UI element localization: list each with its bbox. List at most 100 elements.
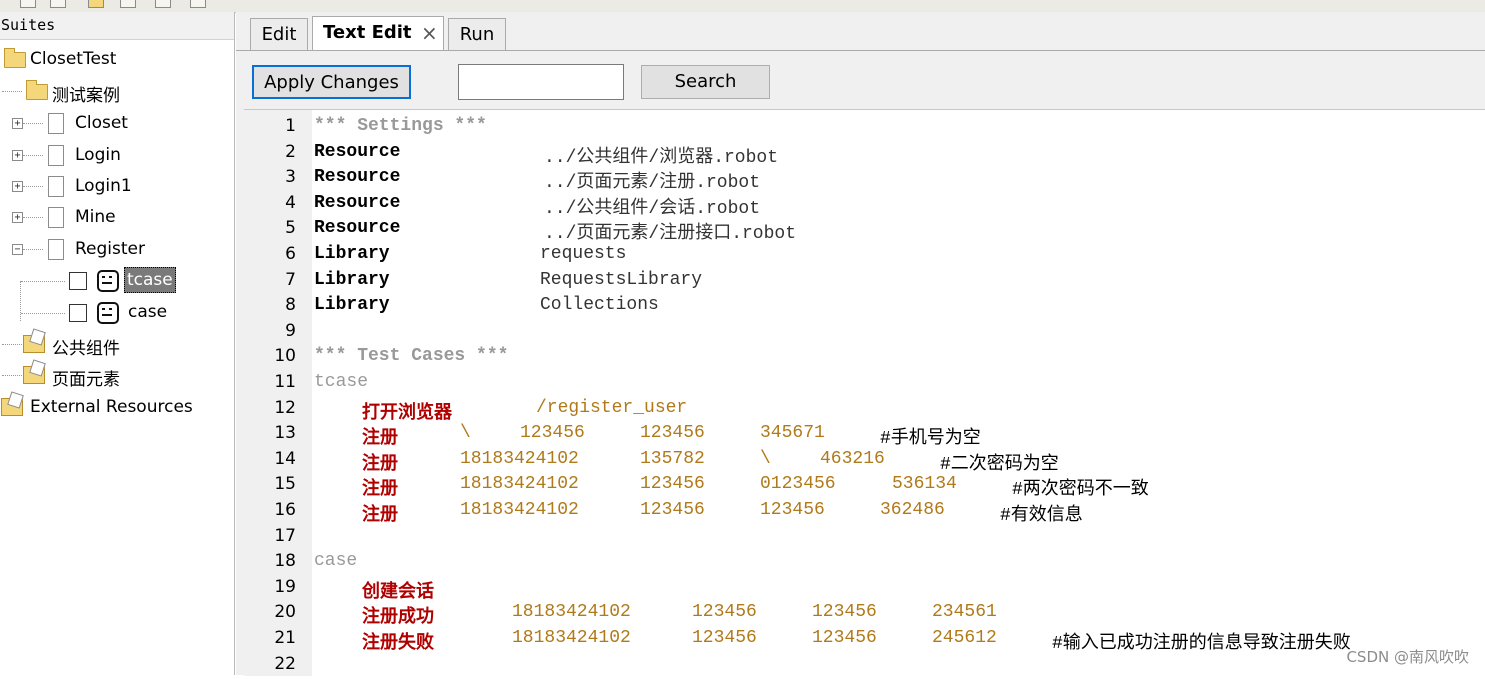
comment-token: #二次密码为空: [940, 454, 1059, 475]
tree-node-case-case[interactable]: case: [0, 298, 234, 328]
expand-plus-icon[interactable]: +: [12, 212, 23, 223]
tree-node-file-login1[interactable]: + Login1: [0, 171, 234, 201]
tree-node-label: Login1: [75, 176, 132, 196]
search-input[interactable]: [458, 64, 624, 100]
value-token: ../公共组件/浏览器.robot: [544, 147, 779, 168]
tree-connector: [23, 249, 43, 250]
line-number: 17: [274, 525, 296, 546]
tree-node-external-resources[interactable]: External Resources: [0, 392, 234, 422]
tree-connector: [23, 123, 43, 124]
code-line: 打开浏览器/register_user: [314, 398, 1474, 424]
resource-folder-icon: [23, 335, 45, 353]
file-icon: [48, 176, 64, 197]
tree-connector: [23, 217, 43, 218]
editor-area: Edit Text Edit × Run Apply Changes Searc…: [236, 12, 1485, 676]
arg-token: 362486: [880, 500, 945, 520]
resource-folder-icon: [23, 366, 45, 384]
code-line: 注册 18183424102 123456 123456 362486 #有效信息: [314, 500, 1474, 526]
arg-token: 123456: [640, 423, 705, 444]
setting-token: Library: [314, 244, 390, 264]
keyword-token: 创建会话: [362, 582, 434, 603]
robot-testcase-icon: [97, 270, 119, 292]
tree-node-testcases-folder[interactable]: 测试案例: [0, 76, 234, 106]
arg-token: 245612: [932, 628, 997, 648]
tree-node-label: 测试案例: [52, 86, 120, 106]
tree-node-file-mine[interactable]: + Mine: [0, 202, 234, 232]
expand-plus-icon[interactable]: +: [12, 150, 23, 161]
arg-token: 18183424102: [512, 602, 631, 623]
setting-token: Resource: [314, 192, 401, 213]
tree-node-label: Login: [75, 145, 121, 165]
tree-node-label: case: [128, 302, 168, 322]
value-token: RequestsLibrary: [540, 269, 703, 290]
case-checkbox[interactable]: [69, 304, 87, 322]
tree-node-label: 公共组件: [52, 339, 120, 359]
arg-token: 18183424102: [460, 474, 579, 495]
toolbar-icon-4[interactable]: [120, 0, 136, 8]
search-button[interactable]: Search: [641, 65, 770, 99]
tree-node-root[interactable]: ClosetTest: [0, 44, 234, 74]
arg-token: 463216: [820, 448, 885, 469]
value-token: Collections: [540, 295, 659, 316]
keyword-token: 注册: [362, 480, 398, 501]
line-number: 13: [274, 423, 296, 444]
toolbar-icon-6[interactable]: [190, 0, 206, 8]
toolbar-icon-1[interactable]: [20, 0, 36, 8]
arg-token: 135782: [640, 448, 705, 469]
tree-node-common-folder[interactable]: 公共组件: [0, 329, 234, 359]
tree-node-file-closet[interactable]: + Closet: [0, 108, 234, 138]
toolbar-icon-3[interactable]: [88, 0, 104, 8]
arg-token: 536134: [892, 474, 957, 495]
line-number: 10: [274, 346, 296, 367]
arg-token: \: [460, 423, 471, 444]
file-icon: [48, 145, 64, 166]
comment-token: #输入已成功注册的信息导致注册失败: [1052, 634, 1351, 654]
code-line: 注册 18183424102 135782 \ 463216 #二次密码为空: [314, 449, 1474, 475]
testname-token: tcase: [314, 372, 369, 392]
code-line: tcase: [314, 372, 1474, 398]
code-line: Resource ../页面元素/注册接口.robot: [314, 218, 1474, 244]
toolbar-icon-2[interactable]: [50, 0, 66, 8]
code-line: Library RequestsLibrary: [314, 270, 1474, 296]
tab-divider: [236, 50, 1485, 51]
line-number: 1: [285, 116, 296, 136]
case-checkbox[interactable]: [69, 272, 87, 290]
value-token: ../页面元素/注册接口.robot: [544, 224, 797, 245]
expand-plus-icon[interactable]: +: [12, 118, 23, 129]
line-number: 3: [285, 167, 296, 188]
line-number: 5: [285, 218, 296, 239]
text-editor[interactable]: 1 2 3 4 5 6 7 8 9 10 11 12 13 14 15 16 17 18 19 20 21 22 *** …: [244, 109, 1485, 676]
tree-node-case-tcase[interactable]: tcase: [0, 266, 234, 296]
line-number: 22: [274, 653, 296, 674]
tab-edit[interactable]: Edit: [250, 18, 308, 50]
apply-changes-button[interactable]: Apply Changes: [252, 65, 411, 99]
code-line: 注册 \ 123456 123456 345671 #手机号为空: [314, 423, 1474, 449]
arg-token: 18183424102: [460, 448, 579, 469]
close-icon[interactable]: ×: [421, 17, 438, 49]
tree-node-page-folder[interactable]: 页面元素: [0, 360, 234, 390]
collapse-minus-icon[interactable]: −: [12, 244, 23, 255]
code-line: Resource ../公共组件/浏览器.robot: [314, 142, 1474, 168]
expand-plus-icon[interactable]: +: [12, 181, 23, 192]
toolbar-icon-5[interactable]: [155, 0, 171, 8]
tab-run[interactable]: Run: [448, 18, 506, 50]
comment-token: #两次密码不一致: [1012, 480, 1149, 501]
header-token: *** Settings ***: [314, 116, 487, 136]
line-number: 12: [274, 397, 296, 418]
arg-token: 18183424102: [512, 628, 631, 648]
tree-node-file-login[interactable]: + Login: [0, 140, 234, 170]
header-token: *** Test Cases ***: [314, 346, 509, 367]
code-line: 注册失败 18183424102 123456 123456 245612 #输入已成功注…: [314, 628, 1474, 654]
code-line: *** Settings ***: [314, 116, 1474, 142]
line-number: 21: [274, 628, 296, 648]
tab-text-edit[interactable]: Text Edit ×: [312, 16, 444, 50]
line-number: 19: [274, 576, 296, 597]
arg-token: 123456: [760, 500, 825, 520]
setting-token: Resource: [314, 167, 401, 188]
tree-node-label: Register: [75, 239, 145, 259]
code-line: Resource ../页面元素/注册.robot: [314, 167, 1474, 193]
folder-open-icon: [26, 80, 48, 100]
tree-node-file-register[interactable]: − Register: [0, 234, 234, 264]
